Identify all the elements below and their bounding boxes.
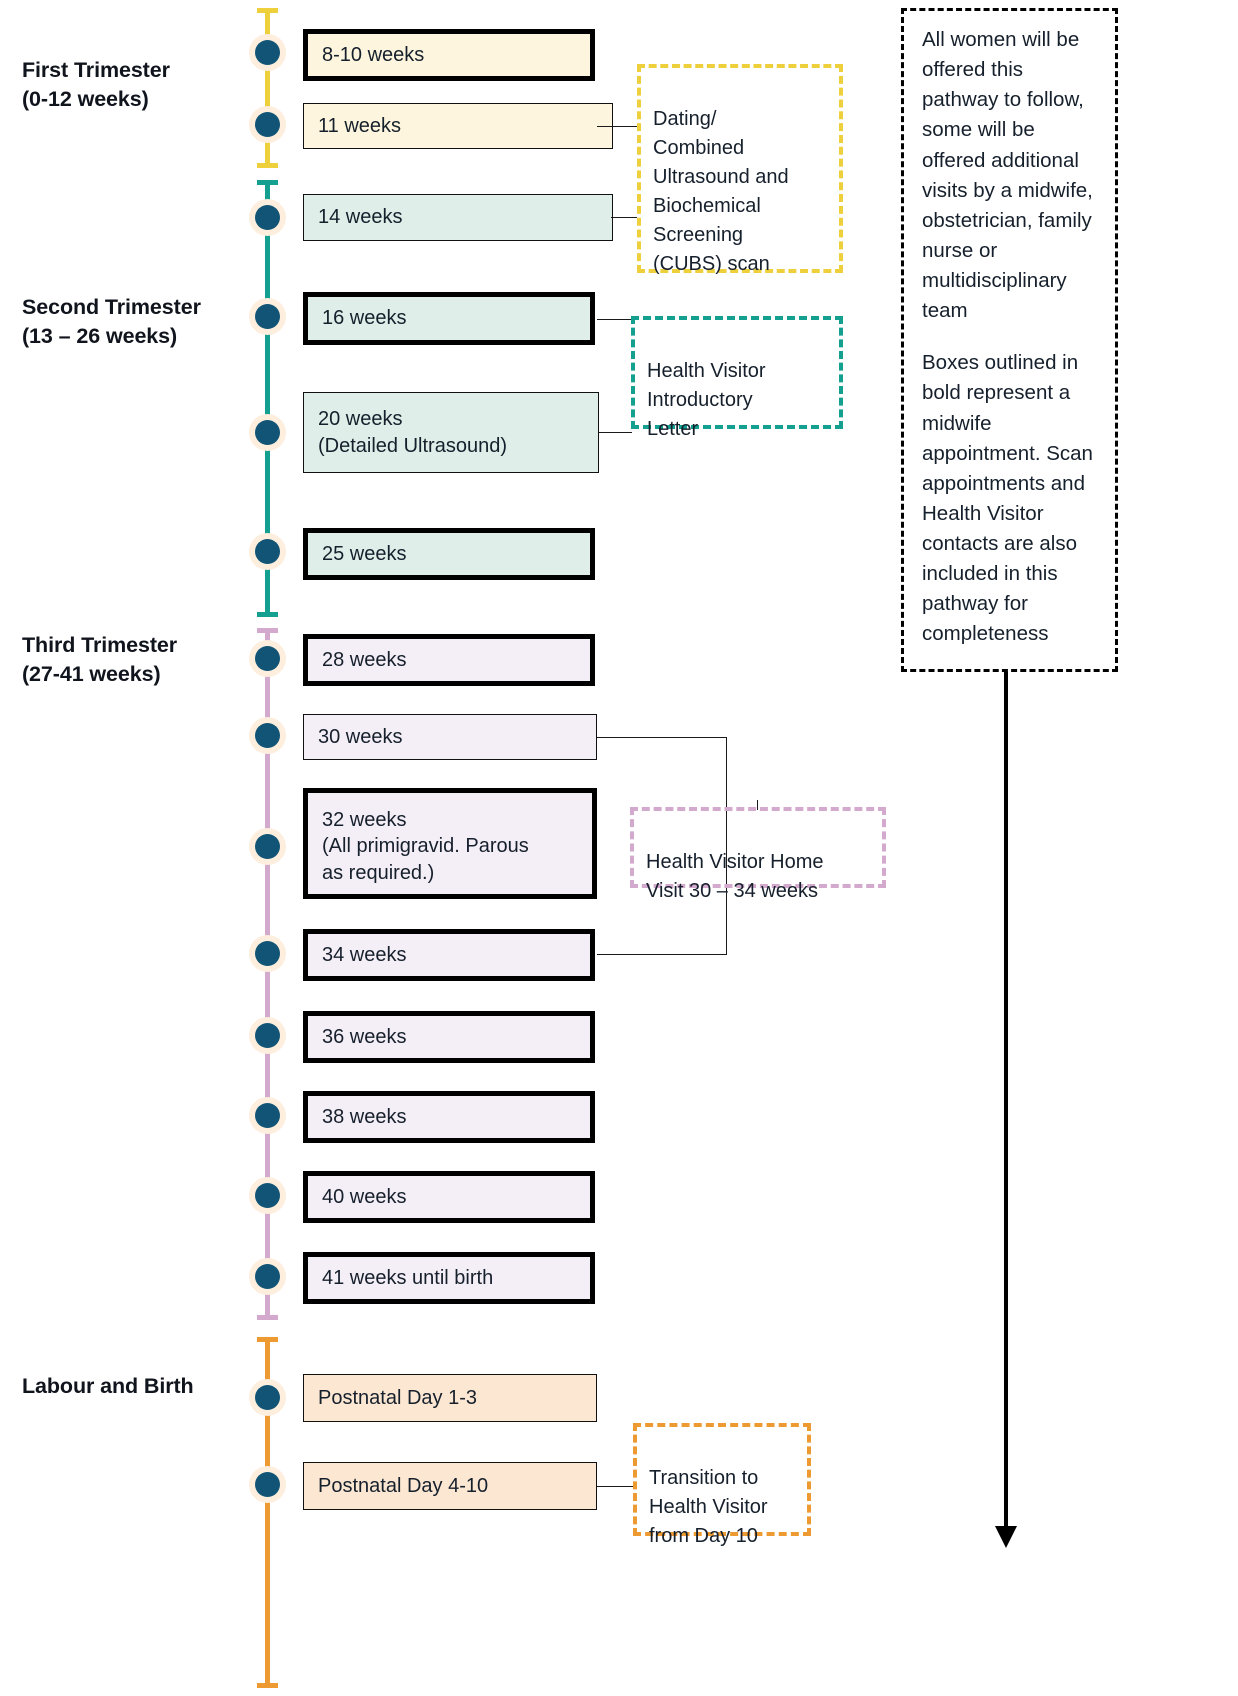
connector-11-weeks-to-cubs bbox=[597, 126, 638, 128]
dot-core bbox=[255, 1183, 280, 1208]
dot-core bbox=[255, 1472, 280, 1497]
dot-core bbox=[255, 1385, 280, 1410]
callout-text: Health Visitor Introductory Letter bbox=[647, 360, 766, 440]
callout-cubs-scan[interactable]: Dating/ Combined Ultrasound and Biochemi… bbox=[637, 64, 843, 275]
event-label: 41 weeks until birth bbox=[322, 1266, 494, 1289]
event-box-38-weeks[interactable]: 38 weeks bbox=[303, 1091, 595, 1143]
timeline-dot-32-weeks[interactable] bbox=[249, 828, 286, 865]
rail-cap-second-bottom bbox=[257, 612, 278, 617]
event-label: 16 weeks bbox=[322, 307, 407, 330]
event-label: 20 weeks (Detailed Ultrasound) bbox=[318, 408, 507, 457]
dot-core bbox=[255, 539, 280, 564]
timeline-dot-40-weeks[interactable] bbox=[249, 1177, 286, 1214]
timeline-dot-14-weeks[interactable] bbox=[249, 199, 286, 236]
timeline-dot-postnatal-day-1-3[interactable] bbox=[249, 1379, 286, 1416]
callout-transition-to-health-visitor[interactable]: Transition to Health Visitor from Day 10 bbox=[633, 1423, 811, 1547]
dot-core bbox=[255, 834, 280, 859]
event-label: Postnatal Day 4-10 bbox=[318, 1474, 489, 1497]
event-label: 32 weeks (All primigravid. Parous as req… bbox=[322, 809, 529, 884]
explanatory-note: All women will be offered this pathway t… bbox=[901, 8, 1118, 672]
dot-core bbox=[255, 1023, 280, 1048]
dot-core bbox=[255, 941, 280, 966]
event-box-41-weeks-until-birth[interactable]: 41 weeks until birth bbox=[303, 1252, 595, 1304]
callout-health-visitor-home-visit[interactable]: Health Visitor Home Visit 30 – 34 weeks bbox=[630, 807, 886, 902]
connector-30-weeks-to-hv-home-visit bbox=[597, 737, 727, 739]
rail-first-trimester bbox=[265, 8, 270, 168]
dot-core bbox=[255, 112, 280, 137]
stage-label-second-trimester: Second Trimester (13 – 26 weeks) bbox=[22, 295, 201, 348]
connector-20-weeks-to-hv-letter bbox=[599, 432, 632, 434]
timeline-dot-8-10-weeks[interactable] bbox=[249, 34, 286, 71]
pathway-timeline-diagram: First Trimester (0-12 weeks) Second Trim… bbox=[0, 0, 1238, 1696]
event-box-8-10-weeks[interactable]: 8-10 weeks bbox=[303, 29, 595, 81]
event-box-34-weeks[interactable]: 34 weeks bbox=[303, 929, 595, 981]
stage-label-labour-and-birth: Labour and Birth bbox=[22, 1374, 194, 1398]
connector-16-weeks-to-hv-letter bbox=[597, 319, 632, 321]
dot-core bbox=[255, 304, 280, 329]
dot-core bbox=[255, 1103, 280, 1128]
event-label: 14 weeks bbox=[318, 206, 403, 229]
timeline-dot-16-weeks[interactable] bbox=[249, 298, 286, 335]
event-box-11-weeks[interactable]: 11 weeks bbox=[303, 103, 613, 149]
event-label: 38 weeks bbox=[322, 1105, 407, 1128]
event-label: 40 weeks bbox=[322, 1185, 407, 1208]
rail-cap-first-bottom bbox=[257, 163, 278, 168]
event-label: Postnatal Day 1-3 bbox=[318, 1386, 477, 1409]
timeline-dot-20-weeks[interactable] bbox=[249, 414, 286, 451]
dot-core bbox=[255, 1264, 280, 1289]
timeline-dot-30-weeks[interactable] bbox=[249, 717, 286, 754]
event-box-30-weeks[interactable]: 30 weeks bbox=[303, 714, 597, 760]
event-box-16-weeks[interactable]: 16 weeks bbox=[303, 292, 595, 345]
event-box-40-weeks[interactable]: 40 weeks bbox=[303, 1171, 595, 1223]
stage-label-third-trimester: Third Trimester (27-41 weeks) bbox=[22, 633, 178, 686]
dot-core bbox=[255, 646, 280, 671]
timeline-dot-38-weeks[interactable] bbox=[249, 1097, 286, 1134]
callout-text: Health Visitor Home Visit 30 – 34 weeks bbox=[646, 851, 824, 902]
timeline-dot-34-weeks[interactable] bbox=[249, 935, 286, 972]
note-arrow-head-icon bbox=[995, 1526, 1017, 1548]
dot-core bbox=[255, 205, 280, 230]
dot-core bbox=[255, 420, 280, 445]
event-box-postnatal-day-4-10[interactable]: Postnatal Day 4-10 bbox=[303, 1462, 597, 1510]
event-box-20-weeks[interactable]: 20 weeks (Detailed Ultrasound) bbox=[303, 392, 599, 473]
rail-cap-labour-bottom bbox=[257, 1683, 278, 1688]
callout-health-visitor-introductory-letter[interactable]: Health Visitor Introductory Letter bbox=[631, 316, 843, 440]
event-label: 36 weeks bbox=[322, 1025, 407, 1048]
event-label: 11 weeks bbox=[318, 114, 402, 137]
dot-core bbox=[255, 723, 280, 748]
timeline-dot-41-weeks[interactable] bbox=[249, 1258, 286, 1295]
event-label: 28 weeks bbox=[322, 648, 407, 671]
note-arrow-shaft bbox=[1004, 672, 1008, 1528]
timeline-dot-28-weeks[interactable] bbox=[249, 640, 286, 677]
timeline-dot-25-weeks[interactable] bbox=[249, 533, 286, 570]
connector-postnatal-to-transition bbox=[597, 1486, 634, 1488]
event-label: 30 weeks bbox=[318, 725, 403, 748]
event-box-28-weeks[interactable]: 28 weeks bbox=[303, 634, 595, 686]
callout-text: Transition to Health Visitor from Day 10 bbox=[649, 1467, 768, 1547]
event-label: 25 weeks bbox=[322, 542, 407, 565]
note-paragraph-1: All women will be offered this pathway t… bbox=[922, 28, 1093, 323]
timeline-dot-postnatal-day-4-10[interactable] bbox=[249, 1466, 286, 1503]
note-paragraph-2: Boxes outlined in bold represent a midwi… bbox=[922, 351, 1093, 646]
event-label: 34 weeks bbox=[322, 943, 407, 966]
timeline-dot-36-weeks[interactable] bbox=[249, 1017, 286, 1054]
event-box-postnatal-day-1-3[interactable]: Postnatal Day 1-3 bbox=[303, 1374, 597, 1422]
event-label: 8-10 weeks bbox=[322, 43, 425, 66]
timeline-dot-11-weeks[interactable] bbox=[249, 106, 286, 143]
callout-text: Dating/ Combined Ultrasound and Biochemi… bbox=[653, 108, 789, 275]
connector-34-weeks-to-hv-home-visit bbox=[597, 954, 727, 956]
stage-label-first-trimester: First Trimester (0-12 weeks) bbox=[22, 58, 170, 111]
rail-cap-third-bottom bbox=[257, 1315, 278, 1320]
event-box-25-weeks[interactable]: 25 weeks bbox=[303, 528, 595, 580]
event-box-32-weeks[interactable]: 32 weeks (All primigravid. Parous as req… bbox=[303, 788, 597, 899]
event-box-36-weeks[interactable]: 36 weeks bbox=[303, 1011, 595, 1063]
dot-core bbox=[255, 40, 280, 65]
connector-14-weeks-to-cubs bbox=[611, 217, 638, 219]
event-box-14-weeks[interactable]: 14 weeks bbox=[303, 194, 613, 241]
